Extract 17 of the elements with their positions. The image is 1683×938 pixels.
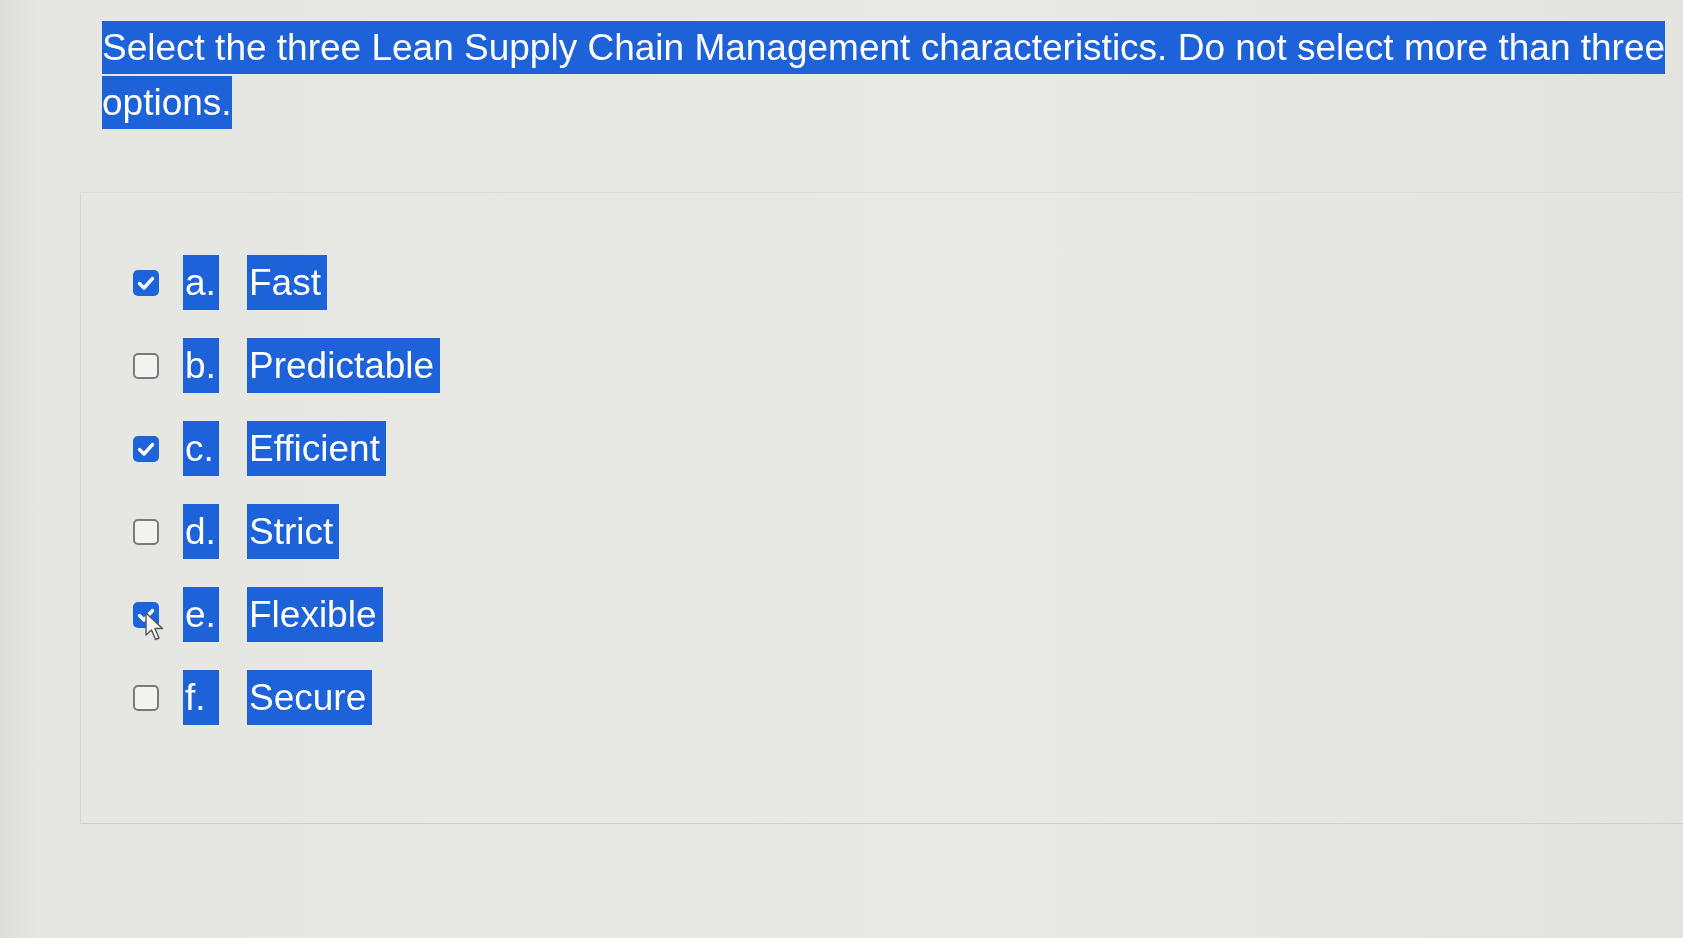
option-letter: d. [183,504,219,559]
checkbox[interactable] [133,352,159,379]
checkbox-checked[interactable] [133,269,159,296]
option-label[interactable]: Fast [247,255,327,310]
option-letter: b. [183,338,219,393]
option-label[interactable]: Efficient [247,421,386,476]
checkbox-checked[interactable] [133,435,159,462]
option-letter: e. [183,587,219,642]
checkbox[interactable] [133,518,159,545]
option-letter: c. [183,421,219,476]
checkbox[interactable] [133,684,159,711]
option-label[interactable]: Strict [247,504,340,559]
option-label[interactable]: Predictable [247,338,441,393]
option-label[interactable]: Flexible [247,587,383,642]
option-letter: f. [183,670,219,725]
option-letter: a. [183,255,219,310]
option-label[interactable]: Secure [247,670,373,725]
